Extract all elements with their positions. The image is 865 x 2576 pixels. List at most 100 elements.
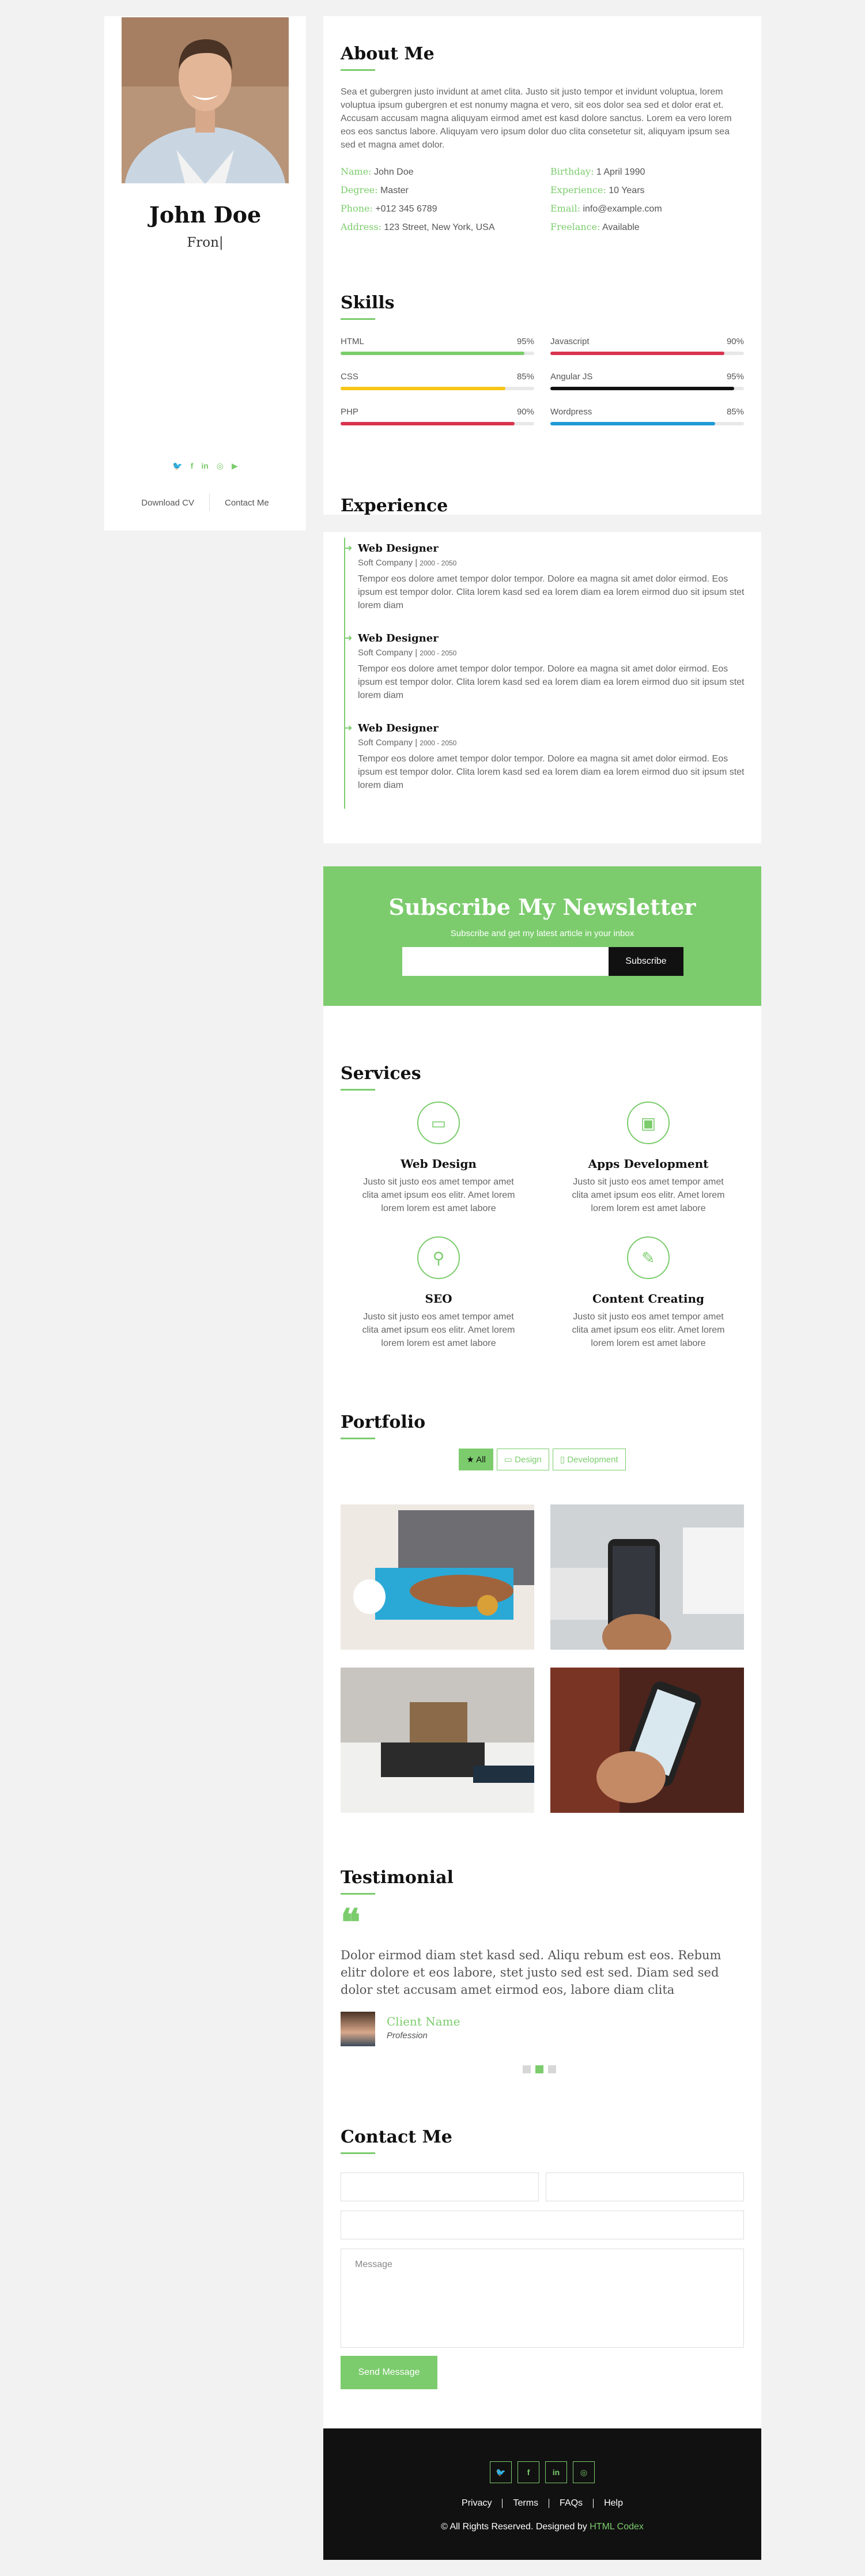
arrow-right-icon: ➜ <box>345 633 353 643</box>
facebook-icon[interactable]: f <box>518 2461 539 2483</box>
instagram-icon[interactable]: ◎ <box>217 461 224 471</box>
service-item: ✎ Content Creating Justo sit justo eos a… <box>550 1236 746 1350</box>
skill-bar <box>341 387 534 390</box>
portfolio-image <box>550 1668 744 1813</box>
carousel-dot-active[interactable] <box>535 2065 543 2073</box>
footer-link-terms[interactable]: Terms <box>503 2499 550 2508</box>
skill-item: Angular JS 95% <box>550 372 744 390</box>
skill-percent: 90% <box>726 337 744 346</box>
youtube-icon[interactable]: ▶ <box>232 461 238 471</box>
download-cv-link[interactable]: Download CV <box>126 496 209 511</box>
arrow-right-icon: ➜ <box>345 723 353 733</box>
service-text: Justo sit justo eos amet tempor amet cli… <box>362 1312 515 1348</box>
skill-name: Wordpress <box>550 407 592 417</box>
portfolio-filters: ★ All ▭ Design ▯ Development <box>323 1449 761 1470</box>
contact-title: Contact Me <box>341 2127 452 2147</box>
skill-item: Javascript 90% <box>550 337 744 355</box>
services-title: Services <box>341 1063 421 1084</box>
service-title: SEO <box>425 1292 452 1306</box>
skill-bar <box>341 422 534 425</box>
service-text: Justo sit justo eos amet tempor amet cli… <box>572 1177 725 1213</box>
portfolio-title: Portfolio <box>341 1412 426 1432</box>
twitter-icon[interactable]: 🐦 <box>490 2461 512 2483</box>
experience-item-title: Web Designer <box>358 722 439 734</box>
experience-item-text: Tempor eos dolore amet tempor dolor temp… <box>358 574 745 610</box>
client-profession: Profession <box>387 2031 428 2041</box>
portfolio-image <box>341 1668 534 1813</box>
portfolio-item[interactable] <box>341 1504 534 1650</box>
filter-all[interactable]: ★ All <box>459 1449 493 1470</box>
subscribe-button[interactable]: Subscribe <box>609 947 683 976</box>
arrow-right-icon: ➜ <box>345 544 353 553</box>
profile-sidebar: John Doe Fron| 🐦 f in ◎ ▶ Download CV Co… <box>104 16 306 530</box>
designer-link[interactable]: HTML Codex <box>590 2522 644 2532</box>
experience-item: ➜ Web Designer Soft Company | 2000 - 205… <box>345 542 750 612</box>
profile-photo <box>122 17 289 183</box>
filter-development[interactable]: ▯ Development <box>552 1449 626 1470</box>
portfolio-item[interactable] <box>550 1668 744 1813</box>
title-underline <box>341 1089 375 1091</box>
skill-bar-fill <box>550 352 725 355</box>
about-text: Sea et gubergren justo invidunt at amet … <box>341 87 732 150</box>
footer-link-privacy[interactable]: Privacy <box>451 2499 503 2508</box>
info-phone: Phone: +012 345 6789 <box>341 203 437 214</box>
linkedin-icon[interactable]: in <box>201 461 208 471</box>
footer-menu: Privacy Terms FAQs Help <box>323 2499 761 2508</box>
skill-item: Wordpress 85% <box>550 407 744 425</box>
quote-icon: ❝ <box>341 1902 361 1943</box>
facebook-icon[interactable]: f <box>191 461 194 471</box>
experience-item-company: Soft Company | 2000 - 2050 <box>358 558 457 568</box>
message-field[interactable]: Message <box>341 2249 744 2348</box>
skill-bar <box>550 352 744 355</box>
portfolio-image <box>341 1504 534 1650</box>
experience-item-text: Tempor eos dolore amet tempor dolor temp… <box>358 754 745 790</box>
skill-bar-fill <box>341 387 505 390</box>
android-icon: ▣ <box>627 1102 670 1144</box>
footer-link-faqs[interactable]: FAQs <box>549 2499 594 2508</box>
twitter-icon[interactable]: 🐦 <box>172 461 182 471</box>
skill-bar-fill <box>550 387 735 390</box>
sidebar-actions: Download CV Contact Me <box>104 493 306 511</box>
about-title: About Me <box>341 44 435 64</box>
experience-item-text: Tempor eos dolore amet tempor dolor temp… <box>358 664 745 700</box>
experience-item: ➜ Web Designer Soft Company | 2000 - 205… <box>345 632 750 702</box>
instagram-icon[interactable]: ◎ <box>573 2461 595 2483</box>
portfolio-item[interactable] <box>550 1504 744 1650</box>
service-text: Justo sit justo eos amet tempor amet cli… <box>572 1312 725 1348</box>
portfolio-item[interactable] <box>341 1668 534 1813</box>
contact-me-link[interactable]: Contact Me <box>210 496 284 511</box>
skill-name: Angular JS <box>550 372 593 382</box>
service-item: ▣ Apps Development Justo sit justo eos a… <box>550 1102 746 1215</box>
newsletter-email-input[interactable] <box>402 947 609 976</box>
send-message-button[interactable]: Send Message <box>341 2356 437 2389</box>
timeline-line <box>344 538 345 809</box>
footer-link-help[interactable]: Help <box>594 2499 633 2508</box>
experience-title: Experience <box>341 496 448 516</box>
name-field[interactable] <box>341 2173 539 2201</box>
edit-icon: ✎ <box>627 1236 670 1279</box>
about-section: About Me Sea et gubergren justo invidunt… <box>323 16 761 516</box>
footer: 🐦 f in ◎ Privacy Terms FAQs Help © All R… <box>323 2428 761 2560</box>
linkedin-icon[interactable]: in <box>545 2461 567 2483</box>
skill-percent: 95% <box>726 372 744 382</box>
experience-item: ➜ Web Designer Soft Company | 2000 - 205… <box>345 722 750 792</box>
skill-bar-fill <box>341 422 515 425</box>
filter-design[interactable]: ▭ Design <box>496 1449 549 1470</box>
skill-percent: 95% <box>516 337 534 346</box>
sidebar-social-links: 🐦 f in ◎ ▶ <box>104 461 306 471</box>
carousel-dot[interactable] <box>523 2065 531 2073</box>
title-underline <box>341 318 375 320</box>
skill-percent: 90% <box>516 407 534 417</box>
carousel-dot[interactable] <box>548 2065 556 2073</box>
skill-name: CSS <box>341 372 358 382</box>
info-name: Name: John Doe <box>341 166 414 177</box>
copyright: © All Rights Reserved. Designed by HTML … <box>441 2522 644 2532</box>
newsletter-title: Subscribe My Newsletter <box>388 894 696 920</box>
title-underline <box>341 2152 375 2154</box>
email-field[interactable] <box>546 2173 744 2201</box>
title-underline <box>341 1438 375 1439</box>
subject-field[interactable] <box>341 2211 744 2239</box>
info-freelance: Freelance: Available <box>550 221 640 232</box>
skill-item: HTML 95% <box>341 337 534 355</box>
footer-social-links: 🐦 f in ◎ <box>323 2461 761 2483</box>
